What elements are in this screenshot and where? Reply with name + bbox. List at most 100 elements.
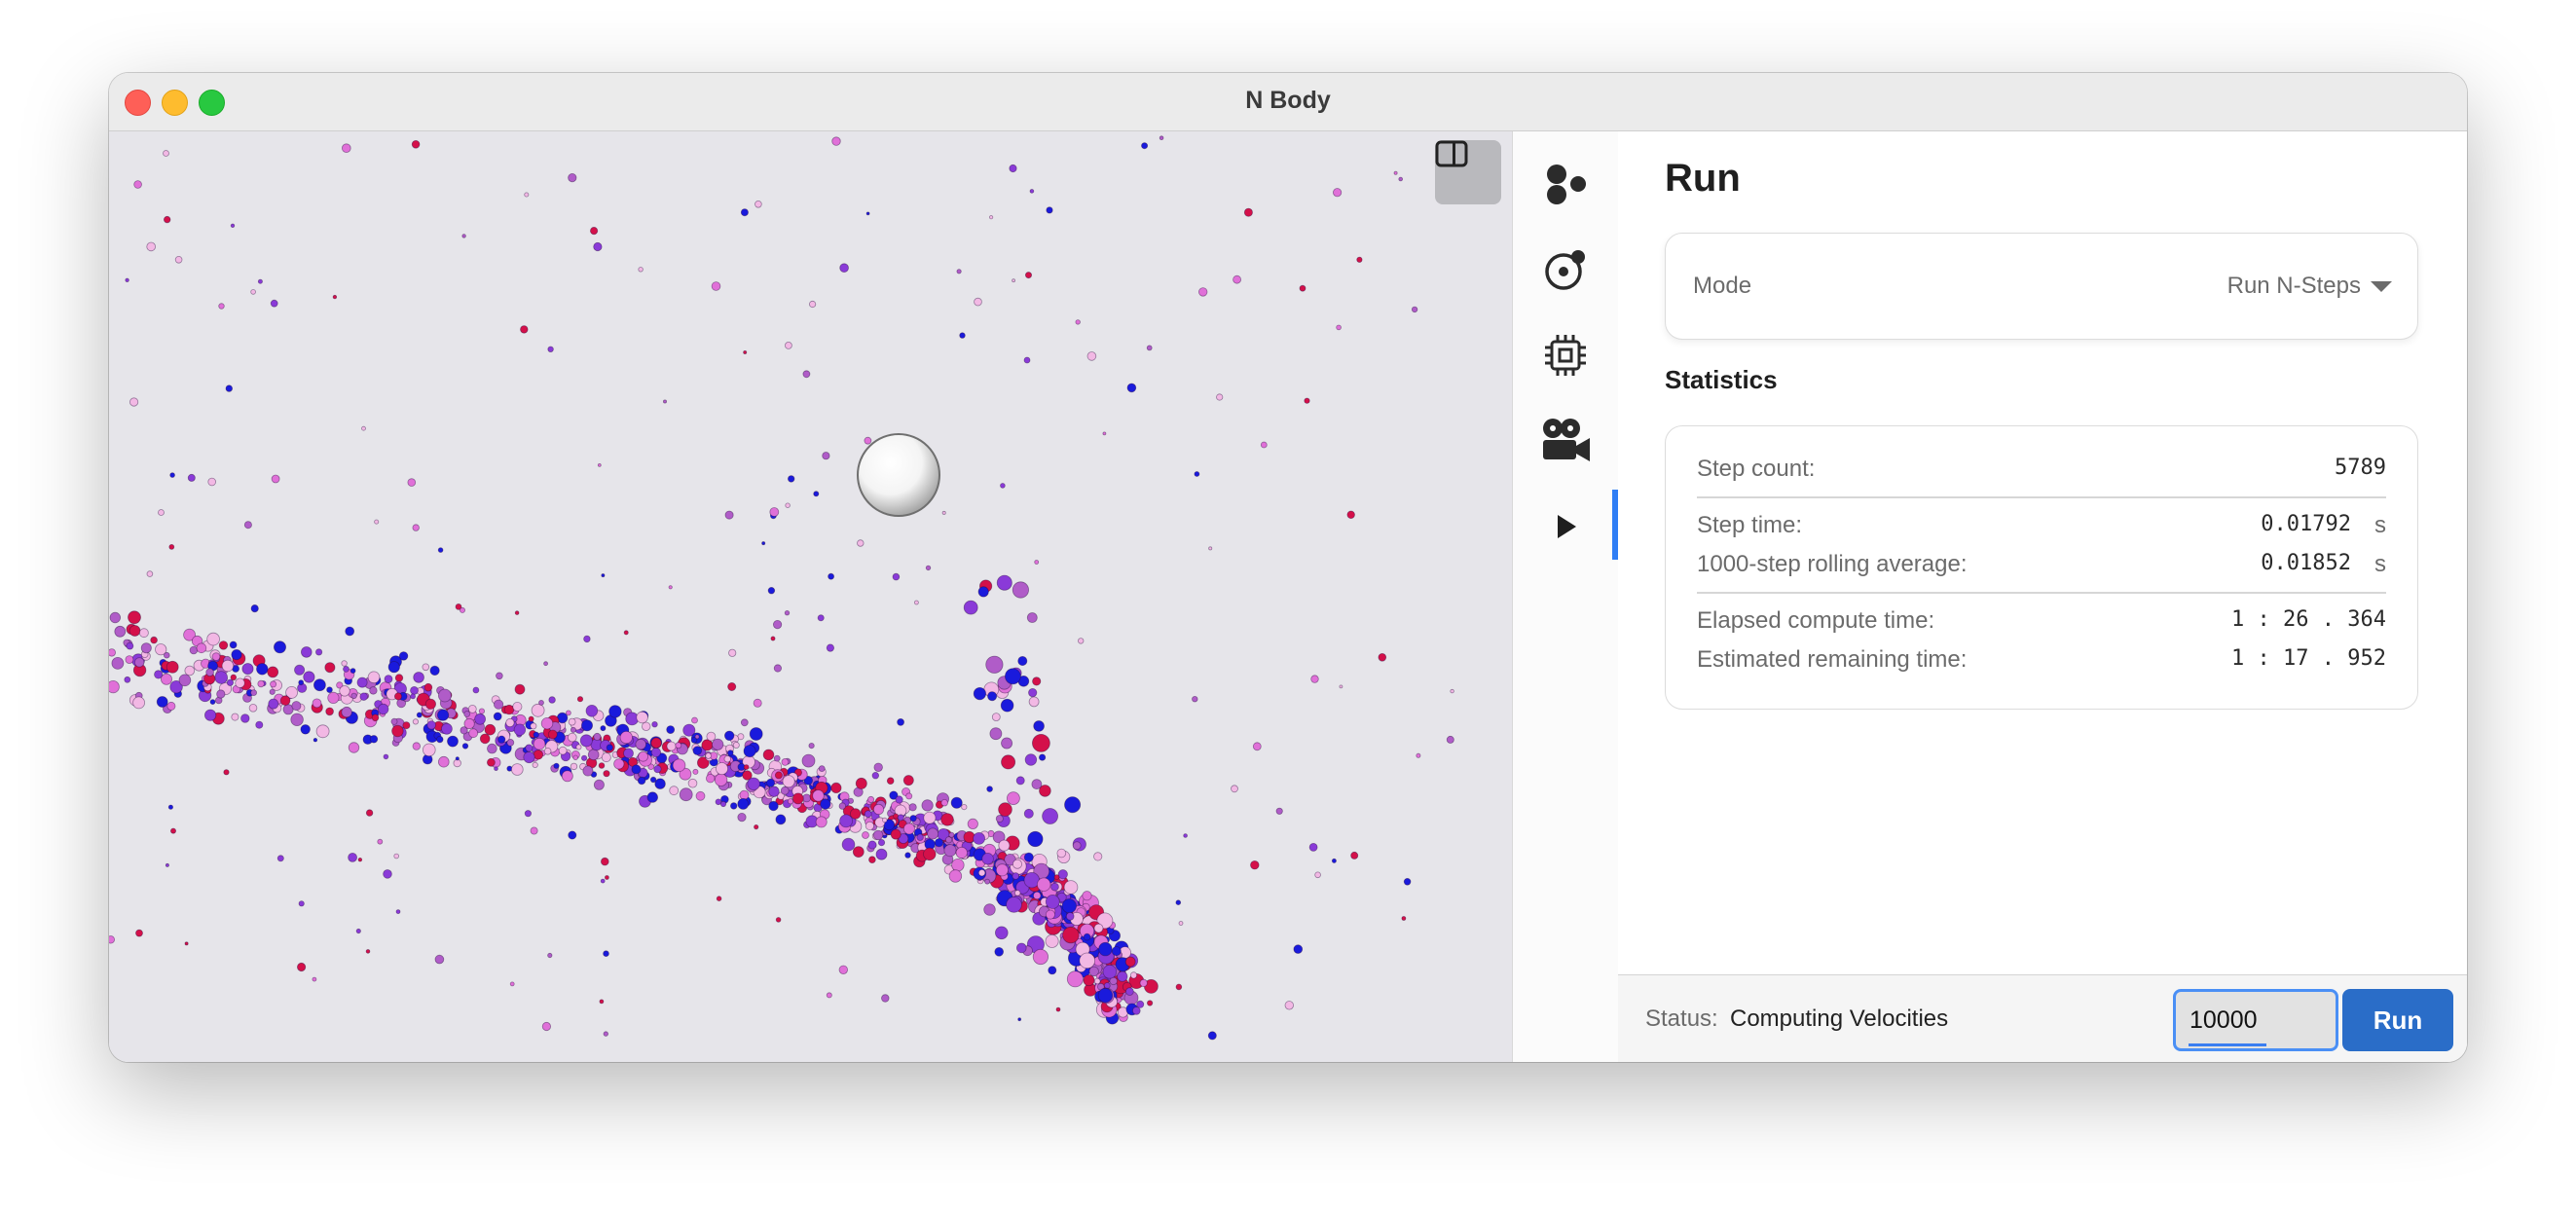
particle [383, 753, 389, 760]
particle [1045, 895, 1060, 909]
particle [650, 737, 662, 749]
particle [983, 903, 996, 916]
particle-field [109, 135, 1454, 1041]
particle [436, 735, 444, 744]
particle [223, 769, 230, 776]
app-window: N Body Run Mode Run N-Steps Statistics S… [109, 73, 2467, 1062]
particle [638, 750, 648, 762]
particle [150, 636, 158, 644]
particle [503, 704, 515, 715]
particle [1450, 688, 1454, 694]
particle [1293, 944, 1304, 954]
particle [839, 814, 853, 828]
particle [332, 294, 338, 300]
particle [1111, 946, 1122, 957]
particle [512, 702, 523, 713]
particle [956, 269, 962, 274]
particle [772, 619, 783, 630]
particle [530, 722, 537, 730]
particle [167, 804, 174, 810]
stat-label: Step time: [1697, 512, 1803, 538]
particle [467, 705, 477, 713]
particle [1057, 869, 1068, 880]
rail-item-compute[interactable] [1536, 326, 1595, 384]
particle [1159, 135, 1164, 140]
rail-item-bodies[interactable] [1536, 155, 1595, 213]
particle [780, 786, 790, 795]
particle [355, 928, 361, 934]
stat-value: 1 : 17 . 952 [2231, 646, 2386, 671]
particle [1336, 324, 1342, 331]
run-button[interactable]: Run [2342, 989, 2453, 1051]
particle [1194, 471, 1200, 477]
particle [635, 739, 646, 750]
particle [553, 762, 560, 769]
particle [411, 139, 421, 149]
mode-selector[interactable]: Mode Run N-Steps [1665, 233, 2418, 340]
particle [1299, 284, 1306, 292]
particle [1024, 753, 1038, 766]
particle [1083, 933, 1091, 941]
particle [593, 241, 603, 252]
particle [325, 707, 334, 716]
particle [886, 777, 895, 785]
particle [225, 384, 233, 392]
particle [1012, 278, 1015, 283]
particle [1197, 287, 1208, 297]
simulation-viewport[interactable] [109, 131, 1512, 1062]
particle [312, 698, 322, 709]
particle [598, 762, 606, 769]
particle [570, 762, 578, 771]
particle [174, 256, 183, 264]
rail-item-gravity[interactable] [1536, 240, 1595, 299]
particle [727, 682, 737, 692]
particle [732, 742, 740, 750]
particle [1411, 306, 1418, 313]
particle [950, 796, 963, 809]
particle [1398, 176, 1403, 182]
particle [383, 869, 392, 879]
particle [1284, 1001, 1295, 1010]
particle [791, 792, 804, 805]
particle [642, 721, 651, 732]
particle [1079, 952, 1095, 969]
particle [361, 425, 366, 431]
panel-title: Run [1665, 157, 1741, 200]
step-count-input[interactable] [2173, 989, 2338, 1051]
particle [604, 875, 609, 880]
particle [977, 869, 986, 877]
particle [487, 743, 497, 754]
particle [593, 732, 602, 741]
particle [509, 981, 515, 987]
particle [1082, 891, 1092, 901]
particle [679, 787, 693, 802]
particle [532, 761, 538, 769]
particle [638, 267, 644, 273]
particle [547, 346, 554, 352]
particle [114, 625, 127, 638]
particle [455, 756, 460, 761]
particle [826, 643, 835, 652]
particle [1026, 612, 1038, 623]
particle [547, 729, 558, 740]
particle [1000, 483, 1006, 489]
particle [109, 680, 120, 694]
stat-unit: s [2374, 512, 2386, 538]
particle [434, 954, 445, 965]
particle [447, 735, 459, 748]
particle [826, 992, 832, 999]
mode-value[interactable]: Run N-Steps [2227, 273, 2361, 300]
chevron-down-icon[interactable] [2371, 281, 2392, 292]
rail-item-recording[interactable] [1536, 412, 1595, 470]
rail-item-run[interactable] [1536, 497, 1595, 556]
particle [394, 674, 404, 682]
particle [301, 646, 313, 658]
statistics-heading: Statistics [1665, 365, 1778, 394]
sidebar-toggle-button[interactable] [1435, 140, 1501, 204]
particle [868, 856, 876, 863]
particle [1007, 791, 1020, 805]
particle [273, 640, 286, 654]
particle [412, 742, 421, 750]
particle [513, 723, 527, 736]
particle [541, 1021, 551, 1032]
